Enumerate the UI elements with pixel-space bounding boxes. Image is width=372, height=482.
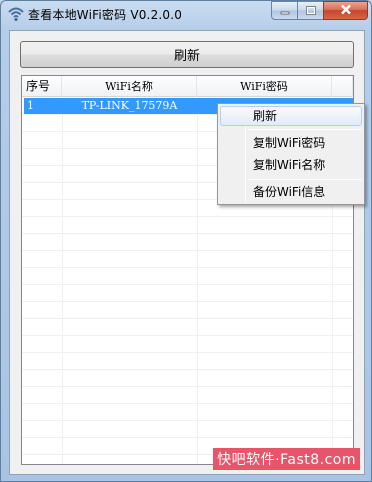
menu-separator bbox=[248, 179, 362, 180]
grid-line bbox=[22, 437, 353, 438]
maximize-icon bbox=[305, 4, 316, 18]
list-header: 序号 WiFi名称 WiFi密码 bbox=[22, 76, 353, 97]
grid-line bbox=[22, 284, 353, 285]
grid-line bbox=[22, 301, 353, 302]
client-area: 刷新 序号 WiFi名称 WiFi密码 1 TP-LINK_17579A 快吧软… bbox=[9, 30, 365, 475]
refresh-button[interactable]: 刷新 bbox=[20, 41, 354, 68]
grid-line bbox=[22, 335, 353, 336]
window-title: 查看本地WiFi密码 V0.2.0.0 bbox=[28, 8, 183, 22]
menu-item-backup[interactable]: 备份WiFi信息 bbox=[220, 182, 362, 202]
watermark: 快吧软件·Fast8.com bbox=[213, 448, 360, 470]
close-icon bbox=[340, 4, 352, 18]
grid-line bbox=[22, 216, 353, 217]
column-header-filler bbox=[332, 76, 353, 97]
grid-line bbox=[22, 352, 353, 353]
row-index: 1 bbox=[27, 99, 34, 112]
wifi-icon bbox=[7, 5, 25, 23]
grid-line bbox=[22, 369, 353, 370]
menu-item-refresh[interactable]: 刷新 bbox=[220, 106, 362, 126]
column-header-index[interactable]: 序号 bbox=[22, 76, 62, 97]
grid-line bbox=[22, 386, 353, 387]
column-header-password[interactable]: WiFi密码 bbox=[197, 76, 332, 97]
title-bar[interactable]: 查看本地WiFi密码 V0.2.0.0 bbox=[1, 1, 372, 29]
maximize-button[interactable] bbox=[297, 1, 324, 20]
minimize-icon bbox=[280, 4, 290, 18]
grid-line bbox=[197, 98, 198, 464]
menu-separator bbox=[248, 129, 362, 130]
minimize-button[interactable] bbox=[271, 1, 298, 20]
context-menu: 刷新 复制WiFi密码 复制WiFi名称 备份WiFi信息 bbox=[217, 103, 365, 205]
grid-line bbox=[22, 267, 353, 268]
menu-item-copy-name[interactable]: 复制WiFi名称 bbox=[220, 155, 362, 175]
close-button[interactable] bbox=[323, 1, 368, 20]
grid-line bbox=[62, 98, 63, 464]
column-header-name[interactable]: WiFi名称 bbox=[62, 76, 197, 97]
grid-line bbox=[22, 250, 353, 251]
grid-line bbox=[22, 420, 353, 421]
grid-line bbox=[22, 403, 353, 404]
grid-line bbox=[22, 233, 353, 234]
grid-line bbox=[22, 318, 353, 319]
row-wifi-name: TP-LINK_17579A bbox=[81, 99, 178, 112]
app-window: 查看本地WiFi密码 V0.2.0.0 刷新 序号 WiFi名称 WiFi密码 … bbox=[0, 0, 372, 482]
menu-item-copy-password[interactable]: 复制WiFi密码 bbox=[220, 133, 362, 153]
